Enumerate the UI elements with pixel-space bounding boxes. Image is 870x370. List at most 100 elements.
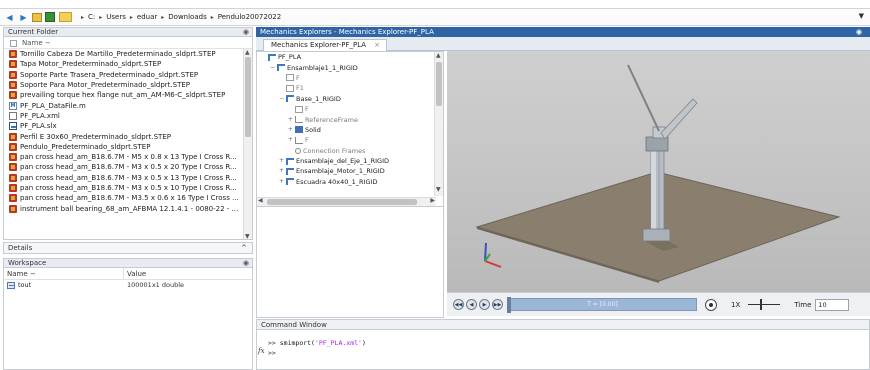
browse-folder-icon[interactable]: [45, 12, 55, 22]
list-item[interactable]: instrument ball bearing_68_am_AFBMA 12.1…: [4, 203, 252, 213]
step-file-icon: [9, 163, 17, 172]
expander-icon[interactable]: −: [269, 63, 276, 73]
file-name: Pendulo_Predeterminado_sldprt.STEP: [20, 142, 151, 151]
tree-node-label: PF_PLA: [278, 53, 302, 62]
command-string: 'PF_PLA.xml': [314, 339, 362, 347]
tree-node[interactable]: PF_PLA: [257, 52, 443, 62]
list-item[interactable]: Perfil E 30x60_Predeterminado_sldprt.STE…: [4, 131, 252, 141]
tree-node[interactable]: F: [257, 73, 443, 83]
speed-slider-handle[interactable]: [760, 299, 763, 310]
3d-viewport[interactable]: [447, 51, 870, 292]
tree-node[interactable]: + Ensamblaje_Motor_1_RIGID: [257, 166, 443, 176]
list-item[interactable]: Tornillo Cabeza De Martillo_Predetermina…: [4, 49, 252, 59]
expander-icon[interactable]: +: [287, 125, 294, 135]
breadcrumb-item[interactable]: Users: [106, 13, 126, 21]
list-item[interactable]: Tapa Motor_Predeterminado_sldprt.STEP: [4, 59, 252, 69]
list-item[interactable]: PF_PLA_DataFile.m: [4, 100, 252, 111]
time-field[interactable]: 10: [815, 298, 850, 311]
list-item[interactable]: PF_PLA.xml: [4, 111, 252, 121]
scroll-left-icon[interactable]: ◀: [258, 197, 263, 204]
list-item[interactable]: pan cross head_am_B18.6.7M - M3 x 0.5 x …: [4, 183, 252, 193]
list-item[interactable]: PF_PLA.slx: [4, 121, 252, 131]
tree-node[interactable]: + Ensamblaje_del_Eje_1_RIGID: [257, 156, 443, 166]
list-item[interactable]: prevailing torque hex flange nut_am_AM-M…: [4, 90, 252, 100]
list-item[interactable]: Soporte Para Motor_Predeterminado_sldprt…: [4, 80, 252, 90]
scroll-up-icon[interactable]: ▲: [436, 52, 441, 59]
tree-node-label: Solid: [305, 125, 321, 134]
back-arrow-icon[interactable]: ◀: [4, 12, 15, 23]
list-item[interactable]: pan cross head_am_B18.6.7M - M3.5 x 0.6 …: [4, 193, 252, 203]
expander-icon[interactable]: +: [278, 177, 285, 187]
timeline-knob[interactable]: [507, 297, 511, 313]
rigid-icon: [286, 178, 294, 186]
tree-node[interactable]: Connection Frames: [257, 146, 443, 156]
jump-to-end-icon[interactable]: ▶▶: [492, 299, 503, 310]
scroll-thumb[interactable]: [245, 57, 251, 137]
chevron-up-icon[interactable]: ^: [241, 243, 247, 254]
scroll-thumb[interactable]: [267, 199, 417, 205]
playback-bar: ◀◀ ◀ ▶ ▶▶ T = [0.00] 1X Time 10: [447, 292, 870, 316]
expander-icon[interactable]: −: [278, 94, 285, 104]
tree-node[interactable]: + F: [257, 135, 443, 145]
value-column-header[interactable]: Value: [124, 268, 146, 279]
panel-menu-icon[interactable]: ◉: [856, 27, 862, 37]
breadcrumb-item[interactable]: C:: [88, 13, 95, 21]
list-item[interactable]: pan cross head_am_B18.6.7M - M5 x 0.8 x …: [4, 152, 252, 162]
breadcrumb-item[interactable]: Downloads: [168, 13, 206, 21]
details-bar[interactable]: Details ^: [3, 242, 253, 254]
expander-icon[interactable]: +: [287, 115, 294, 125]
tree-vertical-scrollbar[interactable]: ▲ ▼: [434, 52, 443, 196]
command-window-title: Command Window: [256, 319, 870, 330]
scroll-right-icon[interactable]: ▶: [430, 197, 435, 204]
expander-icon[interactable]: +: [278, 166, 285, 176]
list-item[interactable]: pan cross head_am_B18.6.7M - M3 x 0.5 x …: [4, 162, 252, 172]
name-column-header[interactable]: Name −: [4, 37, 252, 49]
list-item[interactable]: pan cross head_am_B18.6.7M - M3 x 0.5 x …: [4, 173, 252, 183]
file-name: prevailing torque hex flange nut_am_AM-M…: [20, 91, 226, 100]
tree-node[interactable]: + ReferenceFrame: [257, 114, 443, 124]
command-window-title-text: Command Window: [261, 321, 327, 329]
tree-node[interactable]: + Escuadra 40x40_1_RIGID: [257, 177, 443, 187]
command-window[interactable]: >> smimport('PF_PLA.xml') >> fx: [256, 330, 870, 370]
current-folder-title-text: Current Folder: [8, 28, 59, 36]
scroll-up-icon[interactable]: ▲: [245, 49, 250, 56]
expander-icon[interactable]: +: [287, 135, 294, 145]
file-name: pan cross head_am_B18.6.7M - M3 x 0.5 x …: [20, 184, 237, 192]
close-icon[interactable]: ×: [374, 40, 380, 51]
tree-horizontal-scrollbar[interactable]: ◀ ▶: [257, 197, 436, 206]
tree-node[interactable]: − Ensamblaje1_1_RIGID: [257, 62, 443, 72]
loop-toggle-icon[interactable]: [705, 298, 717, 311]
expander-icon[interactable]: +: [278, 156, 285, 166]
tree-node[interactable]: F: [257, 104, 443, 114]
tree-node-label: Connection Frames: [303, 146, 366, 155]
chevron-down-icon[interactable]: ▼: [859, 12, 864, 20]
scroll-thumb[interactable]: [436, 62, 442, 106]
tree-node[interactable]: F1: [257, 83, 443, 93]
table-row[interactable]: tout 100001x1 double: [4, 280, 252, 291]
jump-to-start-icon[interactable]: ◀◀: [453, 299, 464, 310]
tree-node[interactable]: + Solid: [257, 125, 443, 135]
panel-menu-icon[interactable]: ◉: [243, 28, 249, 37]
list-item[interactable]: Pendulo_Predeterminado_sldprt.STEP: [4, 142, 252, 152]
timeline-slider[interactable]: T = [0.00]: [507, 297, 697, 313]
play-icon[interactable]: ▶: [479, 299, 490, 310]
tree-node-label: Ensamblaje_del_Eje_1_RIGID: [296, 157, 390, 166]
vertical-scrollbar[interactable]: ▲ ▼: [243, 49, 252, 239]
step-back-icon[interactable]: ◀: [466, 299, 477, 310]
scroll-down-icon[interactable]: ▼: [245, 233, 250, 239]
speed-slider[interactable]: [748, 299, 781, 310]
breadcrumb-item[interactable]: Pendulo20072022: [218, 13, 281, 21]
solid-icon: [295, 126, 303, 134]
tab-mechanics-explorer[interactable]: Mechanics Explorer-PF_PLA ×: [263, 39, 387, 51]
command-line-active[interactable]: >>: [268, 349, 276, 357]
breadcrumb-item[interactable]: eduar: [137, 13, 157, 21]
list-item[interactable]: Soporte Parte Trasera_Predeterminado_sld…: [4, 70, 252, 80]
name-column-header[interactable]: Name −: [4, 268, 124, 279]
forward-arrow-icon[interactable]: ▶: [18, 12, 29, 23]
tree-node[interactable]: − Base_1_RIGID: [257, 94, 443, 104]
scroll-down-icon[interactable]: ▼: [436, 186, 441, 193]
panel-menu-icon[interactable]: ◉: [243, 259, 249, 268]
fx-icon[interactable]: fx: [258, 347, 265, 355]
tree-node-label: F: [305, 136, 309, 145]
folder-up-icon[interactable]: [32, 12, 42, 22]
